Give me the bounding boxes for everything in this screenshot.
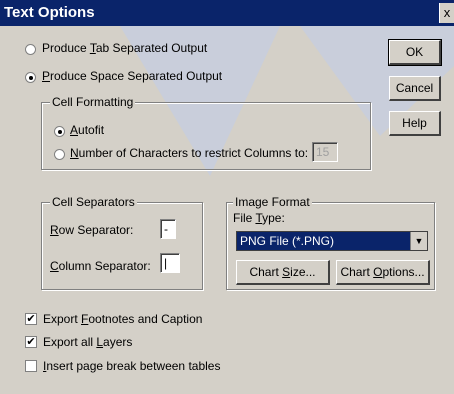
title-bar: Text Options x bbox=[0, 0, 454, 26]
column-separator-input[interactable]: | bbox=[160, 253, 180, 273]
row-separator-label: Row Separator: bbox=[50, 223, 134, 237]
num-chars-label[interactable]: Number of Characters to restrict Columns… bbox=[70, 146, 308, 160]
space-separated-label[interactable]: Produce Space Separated Output bbox=[42, 69, 222, 83]
chart-size-button[interactable]: Chart Size... bbox=[236, 260, 330, 285]
file-type-select[interactable]: PNG File (*.PNG) ▼ bbox=[236, 231, 428, 251]
image-format-title: Image Format bbox=[233, 195, 312, 209]
num-chars-radio[interactable] bbox=[54, 149, 65, 160]
dialog-title: Text Options bbox=[4, 4, 95, 21]
cancel-button[interactable]: Cancel bbox=[389, 76, 441, 101]
export-layers-checkbox[interactable]: ✔ bbox=[25, 336, 37, 348]
space-separated-radio[interactable] bbox=[25, 72, 36, 83]
file-type-value: PNG File (*.PNG) bbox=[240, 234, 335, 248]
export-layers-label[interactable]: Export all Layers bbox=[43, 335, 132, 349]
page-break-checkbox[interactable] bbox=[25, 360, 37, 372]
file-type-label: File Type: bbox=[233, 211, 285, 225]
cell-formatting-title: Cell Formatting bbox=[50, 95, 136, 109]
export-footnotes-label[interactable]: Export Footnotes and Caption bbox=[43, 312, 202, 326]
export-footnotes-checkbox[interactable]: ✔ bbox=[25, 313, 37, 325]
help-button[interactable]: Help bbox=[389, 111, 441, 136]
row-separator-input[interactable]: - bbox=[160, 219, 176, 239]
page-break-label[interactable]: Insert page break between tables bbox=[43, 359, 220, 373]
cell-separators-group bbox=[41, 202, 203, 290]
autofit-label[interactable]: Autofit bbox=[70, 123, 104, 137]
cell-separators-title: Cell Separators bbox=[50, 195, 137, 209]
ok-button[interactable]: OK bbox=[388, 39, 442, 66]
chart-options-button[interactable]: Chart Options... bbox=[336, 260, 430, 285]
tab-separated-radio[interactable] bbox=[25, 44, 36, 55]
dropdown-arrow-icon[interactable]: ▼ bbox=[410, 232, 427, 250]
column-separator-label: Column Separator: bbox=[50, 259, 151, 273]
autofit-radio[interactable] bbox=[54, 126, 65, 137]
close-icon[interactable]: x bbox=[439, 3, 454, 23]
num-chars-input[interactable]: 15 bbox=[312, 142, 338, 162]
tab-separated-label[interactable]: Produce Tab Separated Output bbox=[42, 41, 207, 55]
